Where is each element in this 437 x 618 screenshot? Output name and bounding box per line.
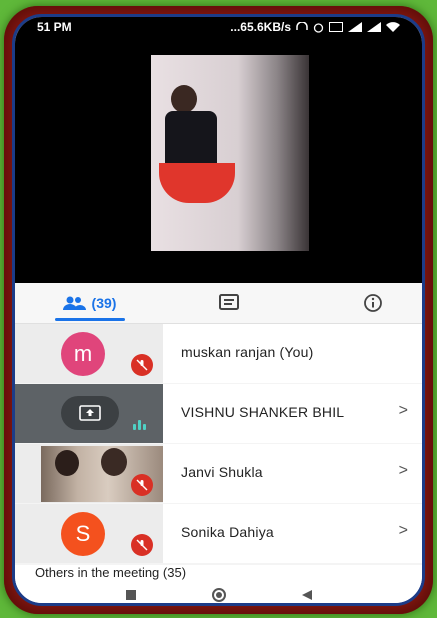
- recents-icon[interactable]: [125, 589, 137, 601]
- participant-name: muskan ranjan (You): [181, 344, 314, 360]
- participant-row[interactable]: S Sonika Dahiya >: [15, 504, 422, 563]
- chat-icon: [219, 294, 239, 310]
- participant-tile: m: [15, 324, 163, 383]
- home-icon[interactable]: [211, 587, 227, 603]
- signal-icon: [348, 22, 362, 32]
- participant-name: Janvi Shukla: [181, 464, 263, 480]
- network-speed: ...65.6KB/s: [230, 20, 291, 34]
- android-nav-bar: [15, 580, 422, 603]
- info-icon: [364, 294, 382, 312]
- participant-tile: [15, 444, 163, 503]
- active-tab-indicator: [55, 318, 125, 321]
- participant-name: VISHNU SHANKER BHIL: [181, 404, 345, 420]
- speaking-indicator-icon: [133, 420, 146, 430]
- chevron-right-icon[interactable]: >: [399, 522, 408, 540]
- participant-name: Sonika Dahiya: [181, 524, 274, 540]
- mic-off-icon: [131, 474, 153, 496]
- participant-row[interactable]: m muskan ranjan (You): [15, 324, 422, 383]
- people-icon: [62, 296, 86, 310]
- mic-off-icon: [131, 354, 153, 376]
- status-icons: ...65.6KB/s: [230, 20, 400, 34]
- participant-list: m muskan ranjan (You) VISHNU SHANKER BHI…: [15, 324, 422, 564]
- avatar: m: [61, 332, 105, 376]
- avatar: S: [61, 512, 105, 556]
- others-label: Others in the meeting (35): [35, 565, 187, 580]
- presenting-icon: [61, 396, 119, 430]
- people-count: (39): [91, 295, 117, 311]
- tab-bar: (39): [15, 283, 422, 324]
- participant-tile: S: [15, 504, 163, 563]
- back-icon[interactable]: [301, 589, 313, 601]
- participant-tile: [15, 384, 163, 443]
- main-video-area[interactable]: [15, 39, 422, 283]
- participant-row[interactable]: Janvi Shukla >: [15, 444, 422, 503]
- tab-chat[interactable]: [209, 283, 249, 323]
- tab-people[interactable]: (39): [49, 283, 129, 323]
- presenter-video: [151, 55, 309, 251]
- headset-icon: [296, 22, 308, 30]
- volte-icon: [329, 22, 343, 32]
- alarm-icon: [313, 22, 324, 33]
- tab-info[interactable]: [353, 283, 393, 323]
- mic-off-icon: [131, 534, 153, 556]
- wifi-icon: [386, 22, 400, 32]
- status-time: 51 PM: [37, 20, 72, 34]
- phone-screen: 51 PM ...65.6KB/s (39) m muskan ranjan (…: [12, 14, 425, 606]
- person-figure: [171, 85, 197, 113]
- status-bar: 51 PM ...65.6KB/s: [15, 17, 422, 39]
- participant-row[interactable]: VISHNU SHANKER BHIL >: [15, 384, 422, 443]
- chevron-right-icon[interactable]: >: [399, 402, 408, 420]
- signal-icon: [367, 22, 381, 32]
- chevron-right-icon[interactable]: >: [399, 462, 408, 480]
